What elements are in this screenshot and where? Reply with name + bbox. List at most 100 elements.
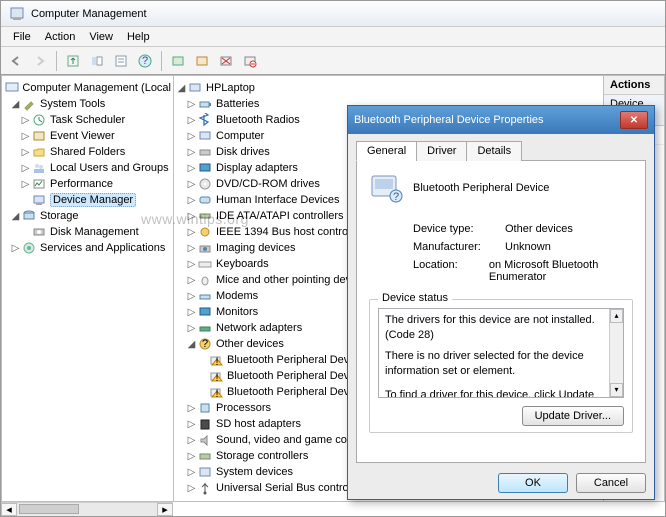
system-icon [197, 464, 213, 480]
hdd-icon [197, 144, 213, 160]
tree-system-tools[interactable]: ◢System Tools [4, 96, 171, 112]
dev-root[interactable]: ◢HPLaptop [176, 80, 601, 96]
help-button[interactable]: ? [134, 50, 156, 72]
tab-details[interactable]: Details [466, 141, 522, 161]
users-icon [31, 160, 47, 176]
tab-general[interactable]: General [356, 141, 417, 161]
properties-button[interactable] [110, 50, 132, 72]
scroll-left-arrow[interactable]: ◂ [1, 503, 17, 516]
tree-event-viewer[interactable]: ▷Event Viewer [4, 128, 171, 144]
tree-services[interactable]: ▷Services and Applications [4, 240, 171, 256]
ok-button[interactable]: OK [498, 473, 568, 493]
label-location: Location: [413, 259, 489, 283]
svg-text:!: ! [215, 388, 218, 399]
scroll-up-arrow[interactable]: ▴ [610, 309, 623, 323]
camera-icon [197, 240, 213, 256]
computer-mgmt-icon [4, 80, 19, 96]
tree-performance[interactable]: ▷Performance [4, 176, 171, 192]
event-icon [31, 128, 47, 144]
disk-mgmt-icon [31, 224, 47, 240]
warn-icon: ! [208, 352, 224, 368]
perf-icon [31, 176, 47, 192]
other-icon: ? [197, 336, 213, 352]
device-large-icon: ? [369, 171, 403, 205]
label-device-type: Device type: [413, 223, 505, 235]
window-title: Computer Management [31, 8, 147, 20]
up-button[interactable] [62, 50, 84, 72]
device-status-text[interactable]: The drivers for this device are not inst… [378, 308, 624, 398]
dialog-title-text: Bluetooth Peripheral Device Properties [354, 114, 544, 126]
hid-icon [197, 192, 213, 208]
folder-share-icon [31, 144, 47, 160]
scroll-down-arrow[interactable]: ▾ [610, 383, 623, 397]
scan-button[interactable] [167, 50, 189, 72]
device-status-legend: Device status [378, 292, 452, 304]
battery-icon [197, 96, 213, 112]
label-manufacturer: Manufacturer: [413, 241, 505, 253]
update-driver-button[interactable]: Update Driver... [522, 406, 624, 426]
toolbar: ? [1, 47, 665, 75]
computer-icon [187, 80, 203, 96]
device-status-group: Device status The drivers for this devic… [369, 299, 633, 433]
actions-header: Actions [604, 76, 664, 95]
monitor-icon [197, 304, 213, 320]
tree-device-manager[interactable]: Device Manager [4, 192, 171, 208]
tab-row: General Driver Details [356, 140, 646, 161]
warn-icon: ! [208, 368, 224, 384]
svg-text:?: ? [393, 191, 399, 203]
console-tree-pane: Computer Management (Local ◢System Tools… [1, 75, 173, 502]
tab-driver[interactable]: Driver [416, 141, 467, 161]
show-hide-button[interactable] [86, 50, 108, 72]
menu-help[interactable]: Help [121, 29, 156, 45]
sound-icon [197, 432, 213, 448]
modem-icon [197, 288, 213, 304]
device-mgr-icon [31, 192, 47, 208]
sd-icon [197, 416, 213, 432]
value-location: on Microsoft Bluetooth Enumerator [489, 259, 629, 283]
scroll-thumb[interactable] [19, 504, 79, 514]
cancel-button[interactable]: Cancel [576, 473, 646, 493]
svg-text:!: ! [215, 372, 218, 383]
status-vscroll[interactable]: ▴ ▾ [609, 309, 623, 397]
tree-root[interactable]: Computer Management (Local [4, 80, 171, 96]
tree-task-scheduler[interactable]: ▷Task Scheduler [4, 112, 171, 128]
network-icon [197, 320, 213, 336]
warn-icon: ! [208, 384, 224, 400]
mouse-icon [197, 272, 213, 288]
value-device-type: Other devices [505, 223, 573, 235]
menu-action[interactable]: Action [39, 29, 82, 45]
menu-file[interactable]: File [7, 29, 37, 45]
svg-text:!: ! [215, 356, 218, 367]
update-button[interactable] [191, 50, 213, 72]
svg-text:?: ? [202, 338, 208, 350]
tree-disk-mgmt[interactable]: Disk Management [4, 224, 171, 240]
tab-page-general: ? Bluetooth Peripheral Device Device typ… [356, 161, 646, 463]
uninstall-button[interactable] [215, 50, 237, 72]
display-icon [197, 160, 213, 176]
tree-shared-folders[interactable]: ▷Shared Folders [4, 144, 171, 160]
ieee-icon [197, 224, 213, 240]
menubar: File Action View Help [1, 27, 665, 47]
value-manufacturer: Unknown [505, 241, 551, 253]
titlebar: Computer Management [1, 1, 665, 27]
back-button[interactable] [5, 50, 27, 72]
scroll-right-arrow[interactable]: ▸ [157, 503, 173, 516]
horizontal-scrollbar[interactable]: ◂ ▸ [1, 502, 173, 516]
keyboard-icon [197, 256, 213, 272]
properties-dialog: Bluetooth Peripheral Device Properties ✕… [347, 105, 655, 500]
close-button[interactable]: ✕ [620, 111, 648, 129]
app-icon [9, 6, 25, 22]
device-name: Bluetooth Peripheral Device [413, 182, 549, 194]
disable-button[interactable] [239, 50, 261, 72]
usb-icon [197, 480, 213, 496]
forward-button[interactable] [29, 50, 51, 72]
dialog-titlebar[interactable]: Bluetooth Peripheral Device Properties ✕ [348, 106, 654, 134]
storage-ctl-icon [197, 448, 213, 464]
tree-local-users[interactable]: ▷Local Users and Groups [4, 160, 171, 176]
services-icon [21, 240, 37, 256]
tree-storage[interactable]: ◢Storage [4, 208, 171, 224]
menu-view[interactable]: View [83, 29, 119, 45]
dvd-icon [197, 176, 213, 192]
cpu-icon [197, 400, 213, 416]
tools-icon [21, 96, 37, 112]
